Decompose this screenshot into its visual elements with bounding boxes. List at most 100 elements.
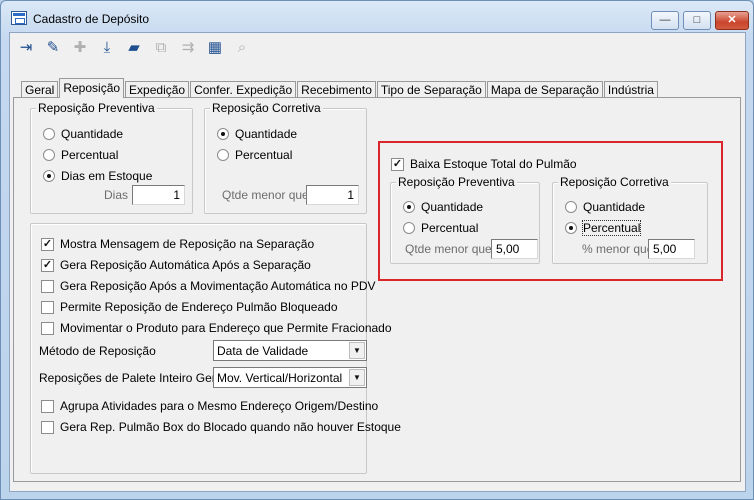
pulmao-qtde-menor-label: Qtde menor que: [405, 242, 492, 256]
tab-strip: Geral Reposição Expedição Confer. Expedi…: [21, 78, 659, 98]
corretiva-group-title: Reposição Corretiva: [210, 101, 323, 115]
radio-label: Quantidade: [421, 200, 484, 214]
option-gera-rep-pulmao-box[interactable]: Gera Rep. Pulmão Box do Blocado quando n…: [41, 420, 401, 434]
option-agrupa-atividades[interactable]: Agrupa Atividades para o Mesmo Endereço …: [41, 399, 378, 413]
corretiva-group: Reposição Corretiva Quantidade Percentua…: [204, 101, 367, 214]
pulmao-preventiva-percentual[interactable]: Percentual: [403, 221, 478, 235]
move-icon[interactable]: ⇉: [175, 35, 201, 59]
pulmao-preventiva-group: Reposição Preventiva Quantidade Percentu…: [390, 175, 540, 264]
app-window: Cadastro de Depósito — □ ✕ ⇥ ✎ ✚ ⤓ ▰ ⧉ ⇉…: [0, 0, 754, 500]
option-movimentar-fracionado[interactable]: Movimentar o Produto para Endereço que P…: [41, 321, 392, 335]
app-icon: [11, 11, 27, 25]
radio-icon[interactable]: [43, 149, 55, 161]
dias-field[interactable]: 1: [132, 185, 185, 205]
save-icon[interactable]: ⤓: [94, 35, 120, 59]
exit-icon[interactable]: ⇥: [13, 35, 39, 59]
tab-tipo-separacao[interactable]: Tipo de Separação: [376, 81, 486, 98]
option-mostra-mensagem[interactable]: ✓ Mostra Mensagem de Reposição na Separa…: [41, 237, 314, 251]
checkbox-icon[interactable]: [41, 300, 54, 314]
qtde-menor-field[interactable]: 1: [306, 185, 359, 205]
radio-icon[interactable]: [403, 222, 415, 234]
tab-industria[interactable]: Indústria: [603, 81, 658, 98]
checkbox-label: Movimentar o Produto para Endereço que P…: [60, 321, 392, 335]
baixa-estoque-pulmao-check[interactable]: ✓ Baixa Estoque Total do Pulmão: [391, 157, 577, 171]
options-group: ✓ Mostra Mensagem de Reposição na Separa…: [30, 223, 401, 474]
checkbox-label: Gera Reposição Automática Após a Separaç…: [60, 258, 311, 272]
option-gera-reposicao-automatica[interactable]: ✓ Gera Reposição Automática Após a Separ…: [41, 258, 311, 272]
checkbox-label: Gera Rep. Pulmão Box do Blocado quando n…: [60, 420, 401, 434]
corretiva-option-quantidade[interactable]: Quantidade: [217, 127, 297, 141]
checkbox-label: Gera Reposição Após a Movimentação Autom…: [60, 279, 376, 293]
minimize-button[interactable]: —: [651, 11, 679, 30]
metodo-reposicao-value: Data de Validade: [217, 343, 309, 358]
pulmao-corretiva-percentual[interactable]: Percentual: [565, 220, 642, 236]
radio-icon[interactable]: [217, 128, 229, 140]
chevron-down-icon[interactable]: ▼: [349, 369, 365, 386]
radio-icon[interactable]: [403, 201, 415, 213]
checkbox-icon[interactable]: [41, 420, 54, 434]
toolbar: ⇥ ✎ ✚ ⤓ ▰ ⧉ ⇉ ▦ ⌕: [13, 35, 256, 61]
option-permite-pulmao-bloqueado[interactable]: Permite Reposição de Endereço Pulmão Blo…: [41, 300, 338, 314]
radio-label: Quantidade: [583, 200, 646, 214]
edit-icon[interactable]: ✎: [40, 35, 66, 59]
maximize-button[interactable]: □: [683, 11, 711, 30]
pulmao-corretiva-title: Reposição Corretiva: [558, 175, 671, 189]
checkbox-icon[interactable]: [41, 279, 54, 293]
tab-reposicao[interactable]: Reposição: [59, 78, 125, 98]
pulmao-corretiva-group: Reposição Corretiva Quantidade Percentua…: [552, 175, 708, 264]
tab-geral[interactable]: Geral: [21, 81, 59, 98]
checkbox-label: Baixa Estoque Total do Pulmão: [410, 157, 577, 171]
copy-icon[interactable]: ⧉: [148, 35, 174, 59]
preventiva-group: Reposição Preventiva Quantidade Percentu…: [30, 101, 193, 214]
radio-icon[interactable]: [43, 128, 55, 140]
pulmao-preventiva-quantidade[interactable]: Quantidade: [403, 200, 483, 214]
title-bar: Cadastro de Depósito — □ ✕: [5, 7, 749, 31]
palete-inteiro-value: Mov. Vertical/Horizontal: [217, 370, 343, 385]
pulmao-corretiva-quantidade[interactable]: Quantidade: [565, 200, 645, 214]
tab-page-reposicao: Reposição Preventiva Quantidade Percentu…: [13, 97, 741, 482]
corretiva-option-percentual[interactable]: Percentual: [217, 148, 292, 162]
radio-label: Percentual: [235, 148, 293, 162]
pulmao-highlight: ✓ Baixa Estoque Total do Pulmão Reposiçã…: [378, 141, 723, 281]
checkbox-icon[interactable]: [41, 321, 54, 335]
radio-label: Percentual: [581, 220, 642, 236]
preventiva-group-title: Reposição Preventiva: [36, 101, 157, 115]
tab-recebimento[interactable]: Recebimento: [297, 81, 376, 98]
client-area: ⇥ ✎ ✚ ⤓ ▰ ⧉ ⇉ ▦ ⌕ Geral Reposição Expedi…: [9, 32, 746, 492]
preventiva-option-percentual[interactable]: Percentual: [43, 148, 118, 162]
pulmao-pct-menor-label: % menor que: [582, 242, 654, 256]
pulmao-qtde-menor-field[interactable]: 5,00: [491, 239, 538, 259]
radio-icon[interactable]: [217, 149, 229, 161]
radio-label: Percentual: [61, 148, 119, 162]
open-folder-icon[interactable]: ▰: [121, 35, 147, 59]
checkbox-icon[interactable]: ✓: [391, 157, 404, 171]
checkbox-icon[interactable]: ✓: [41, 258, 54, 272]
metodo-reposicao-select[interactable]: Data de Validade ▼: [213, 340, 367, 361]
checkbox-icon[interactable]: [41, 399, 54, 413]
option-gera-reposicao-pdv[interactable]: Gera Reposição Após a Movimentação Autom…: [41, 279, 376, 293]
tab-confer-expedicao[interactable]: Confer. Expedição: [190, 81, 297, 98]
checkbox-label: Mostra Mensagem de Reposição na Separaçã…: [60, 237, 315, 251]
preventiva-option-dias-estoque[interactable]: Dias em Estoque: [43, 169, 152, 183]
tab-mapa-separacao[interactable]: Mapa de Separação: [486, 81, 603, 98]
tab-expedicao[interactable]: Expedição: [125, 81, 190, 98]
qtde-menor-label: Qtde menor que: [222, 188, 309, 202]
pulmao-preventiva-title: Reposição Preventiva: [396, 175, 517, 189]
palete-inteiro-label: Reposições de Palete Inteiro Gerar: [39, 371, 227, 385]
radio-label: Quantidade: [235, 127, 298, 141]
dias-label: Dias: [104, 188, 129, 202]
radio-icon[interactable]: [565, 201, 577, 213]
checkbox-icon[interactable]: ✓: [41, 237, 54, 251]
add-icon[interactable]: ✚: [67, 35, 93, 59]
pulmao-pct-menor-field[interactable]: 5,00: [648, 239, 695, 259]
radio-icon[interactable]: [565, 222, 577, 234]
palete-inteiro-select[interactable]: Mov. Vertical/Horizontal ▼: [213, 367, 367, 388]
radio-label: Percentual: [421, 221, 479, 235]
close-button[interactable]: ✕: [715, 11, 749, 30]
radio-icon[interactable]: [43, 170, 55, 182]
preventiva-option-quantidade[interactable]: Quantidade: [43, 127, 123, 141]
window-title: Cadastro de Depósito: [33, 12, 150, 26]
chevron-down-icon[interactable]: ▼: [349, 342, 365, 359]
grid-icon[interactable]: ▦: [202, 35, 228, 59]
binoculars-icon[interactable]: ⌕: [229, 35, 255, 59]
